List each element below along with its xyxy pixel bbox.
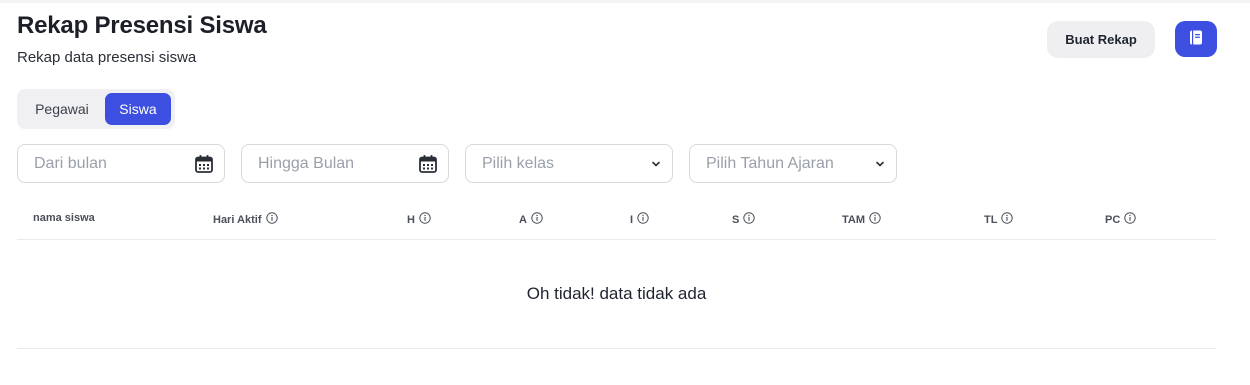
column-label: I: [630, 213, 634, 226]
chevron-down-icon: [650, 158, 662, 170]
top-border: [0, 0, 1250, 3]
info-icon[interactable]: [637, 212, 649, 227]
column-label: H: [407, 213, 415, 226]
info-icon[interactable]: [743, 212, 756, 227]
page-subtitle: Rekap data presensi siswa: [17, 49, 197, 66]
info-icon[interactable]: [1001, 212, 1014, 227]
toggle-siswa[interactable]: Siswa: [104, 93, 171, 125]
book-button[interactable]: [1175, 21, 1217, 57]
column-label: nama siswa: [33, 212, 95, 224]
calendar-icon[interactable]: [418, 154, 438, 174]
table-header: nama siswa Hari Aktif H A I S TAM TL PC: [17, 200, 1216, 240]
page: Rekap Presensi Siswa Rekap data presensi…: [0, 0, 1250, 385]
calendar-icon[interactable]: [194, 154, 214, 174]
class-select[interactable]: Pilih kelas: [465, 144, 673, 183]
column-header: I: [630, 212, 649, 227]
column-header: A: [519, 212, 543, 227]
info-icon[interactable]: [869, 212, 881, 227]
page-title: Rekap Presensi Siswa: [17, 12, 267, 39]
info-icon[interactable]: [419, 212, 431, 227]
column-header: H: [407, 212, 431, 227]
column-header: TAM: [842, 212, 881, 227]
info-icon[interactable]: [1124, 212, 1136, 227]
role-toggle: Pegawai Siswa: [17, 89, 175, 129]
column-label: S: [732, 213, 740, 226]
column-label: TL: [984, 213, 998, 226]
empty-state-message: Oh tidak! data tidak ada: [526, 284, 707, 303]
column-label: PC: [1105, 213, 1121, 226]
school-year-select[interactable]: Pilih Tahun Ajaran: [689, 144, 897, 183]
school-year-placeholder: Pilih Tahun Ajaran: [706, 154, 834, 172]
from-month-input[interactable]: Dari bulan: [17, 144, 225, 183]
column-header: TL: [984, 212, 1014, 227]
create-recap-button[interactable]: Buat Rekap: [1047, 21, 1155, 58]
column-label: A: [519, 213, 527, 226]
column-label: Hari Aktif: [213, 213, 262, 226]
column-header: Hari Aktif: [213, 212, 278, 227]
column-header: PC: [1105, 212, 1136, 227]
book-icon: [1189, 30, 1203, 48]
column-label: TAM: [842, 213, 866, 226]
class-placeholder: Pilih kelas: [482, 154, 555, 172]
to-month-input[interactable]: Hingga Bulan: [241, 144, 449, 183]
toggle-pegawai[interactable]: Pegawai: [21, 93, 103, 125]
from-month-placeholder: Dari bulan: [34, 154, 107, 172]
column-header: nama siswa: [33, 212, 95, 224]
chevron-down-icon: [874, 158, 886, 170]
info-icon[interactable]: [531, 212, 543, 227]
to-month-placeholder: Hingga Bulan: [258, 154, 355, 172]
info-icon[interactable]: [265, 212, 278, 227]
column-header: S: [732, 212, 756, 227]
empty-state-row: Oh tidak! data tidak ada: [17, 240, 1216, 349]
